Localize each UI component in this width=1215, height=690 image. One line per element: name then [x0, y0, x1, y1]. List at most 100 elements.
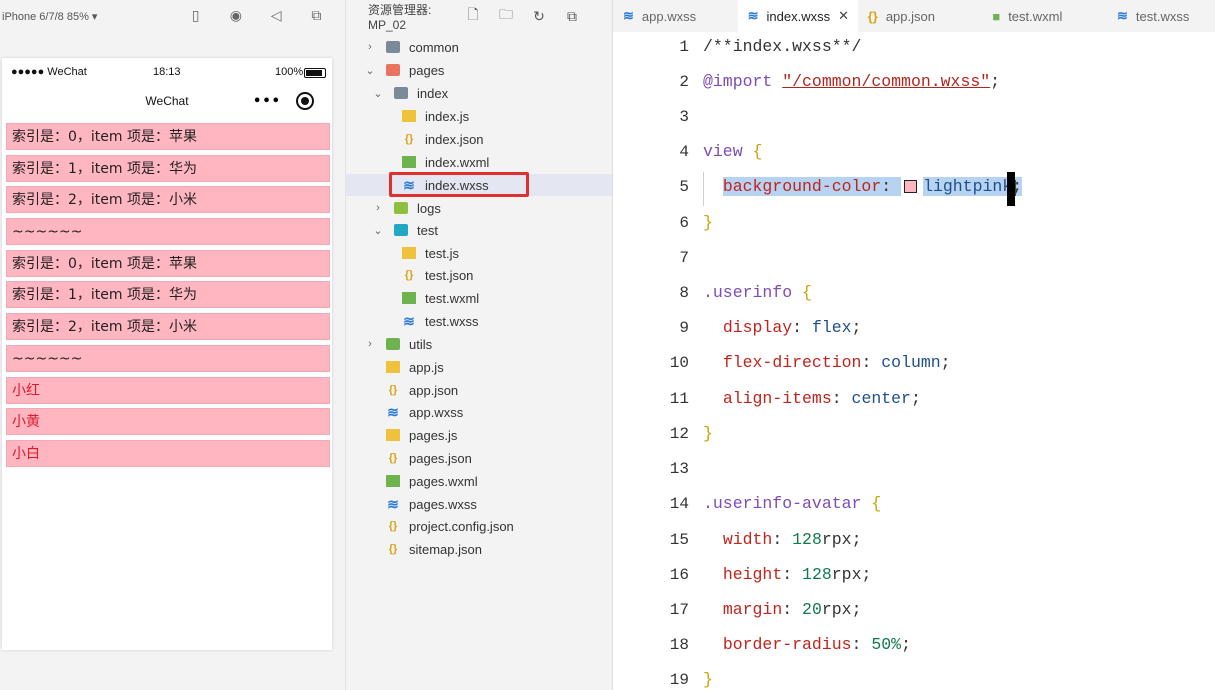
tree-item-index-json[interactable]: {} index.json [346, 128, 613, 150]
line-number: 2 [679, 73, 689, 91]
wxml-file-icon [402, 292, 416, 304]
code-token: column [881, 353, 941, 372]
tree-item-pages-json[interactable]: {} pages.json [346, 447, 613, 469]
chevron-right-icon[interactable]: › [364, 41, 376, 53]
tree-item-pages-wxss[interactable]: ≋ pages.wxss [346, 493, 613, 515]
chevron-right-icon[interactable]: › [364, 338, 376, 350]
tree-item-app-wxss[interactable]: ≋ app.wxss [346, 401, 613, 423]
new-file-icon[interactable]: 🗋 [463, 6, 483, 26]
tab-label: app.json [885, 8, 935, 24]
code-token: : [851, 635, 872, 654]
code-token: width [722, 530, 773, 549]
tab-app-json[interactable]: {} app.json [858, 0, 983, 32]
code-token: ; [851, 318, 862, 337]
code-token: { [752, 142, 763, 161]
chevron-down-icon[interactable]: ⌄ [372, 224, 384, 237]
tree-item-label: pages.json [409, 450, 472, 466]
tree-item-label: app.json [409, 382, 459, 398]
file-explorer: 资源管理器: MP_02 🗋 🗀 ↻ ⧉ › common ⌄ pages ⌄ index… [345, 0, 613, 690]
tree-item-test-wxss[interactable]: ≋ test.wxss [346, 310, 613, 332]
folder-icon [394, 87, 408, 99]
code-line: background-color: lightpink; [703, 177, 1023, 196]
tree-item-pages[interactable]: ⌄ pages [346, 59, 613, 81]
tree-item-pages-wxml[interactable]: pages.wxml [346, 470, 613, 492]
explorer-header: 资源管理器: MP_02 🗋 🗀 ↻ ⧉ [346, 0, 613, 32]
battery-label: 100% [275, 66, 304, 78]
tree-item-label: project.config.json [409, 518, 514, 534]
code-token: } [703, 213, 713, 232]
tab-test-wxss[interactable]: ≋ test.wxss [1107, 0, 1215, 32]
tree-item-logs[interactable]: › logs [346, 197, 613, 219]
tab-app-wxss[interactable]: ≋ app.wxss [613, 0, 738, 32]
device-selector[interactable]: iPhone 6/7/8 85% ▾ [2, 10, 184, 23]
tree-item-app-js[interactable]: app.js [346, 356, 613, 378]
tab-index-wxss[interactable]: ≋ index.wxss ✕ [737, 0, 858, 32]
tree-item-project-config-json[interactable]: {} project.config.json [346, 515, 613, 537]
line-number: 5 [679, 178, 689, 196]
folder-icon [386, 41, 400, 53]
folder-icon [394, 224, 408, 236]
code-line: height: 128rpx; [703, 565, 872, 584]
chevron-right-icon[interactable]: › [372, 202, 384, 214]
more-icon[interactable]: ••• [248, 94, 286, 109]
code-token: 128 [802, 565, 832, 584]
tree-item-test-wxml[interactable]: test.wxml [346, 287, 613, 309]
close-icon[interactable]: ✕ [838, 8, 849, 24]
code-token: "/common/common.wxss" [782, 72, 991, 91]
tree-item-utils[interactable]: › utils [346, 333, 613, 355]
code-line: .userinfo { [703, 283, 812, 302]
line-number: 18 [669, 636, 689, 654]
json-file-icon: {} [404, 269, 414, 281]
battery-icon [304, 68, 326, 78]
volume-icon[interactable]: ◁ [265, 4, 288, 28]
record-icon[interactable]: ◉ [224, 4, 247, 28]
tab-label: test.wxss [1135, 8, 1190, 24]
line-number: 8 [679, 284, 689, 302]
tree-item-app-json[interactable]: {} app.json [346, 379, 613, 401]
list-item: 索引是：2，item 项是：小米 [6, 186, 330, 214]
tree-item-label: pages.js [409, 427, 458, 443]
code-token: align-items [722, 389, 832, 408]
wxss-file-icon: ≋ [403, 312, 415, 329]
code-line: display: flex; [703, 318, 862, 337]
tree-item-label: index [417, 85, 449, 101]
tab-test-wxml[interactable]: ■ test.wxml [982, 0, 1107, 32]
tree-item-label: common [409, 39, 459, 55]
json-file-icon: {} [404, 133, 414, 145]
tree-item-test-js[interactable]: test.js [346, 242, 613, 264]
code-token: : [782, 565, 803, 584]
code-token: ; [901, 635, 911, 654]
folder-icon [394, 202, 408, 214]
json-file-icon: {} [388, 452, 398, 464]
window-icon[interactable]: ⧉ [305, 4, 328, 28]
tree-item-index-wxml[interactable]: index.wxml [346, 151, 613, 173]
js-file-icon [386, 429, 400, 441]
new-folder-icon[interactable]: 🗀 [496, 6, 516, 26]
tree-item-pages-js[interactable]: pages.js [346, 424, 613, 446]
collapse-icon[interactable]: ⧉ [562, 6, 582, 26]
tree-item-index-js[interactable]: index.js [346, 105, 613, 127]
chevron-down-icon[interactable]: ⌄ [372, 87, 384, 100]
tree-item-test[interactable]: ⌄ test [346, 219, 613, 241]
code-token: /**index.wxss**/ [703, 37, 862, 56]
line-number: 12 [669, 425, 689, 443]
tree-item-label: app.wxss [409, 404, 464, 420]
wxss-file-icon: ≋ [747, 8, 759, 23]
tree-item-test-json[interactable]: {} test.json [346, 264, 613, 286]
refresh-icon[interactable]: ↻ [529, 6, 549, 26]
close-target-icon[interactable] [296, 92, 314, 110]
tree-item-common[interactable]: › common [346, 36, 613, 58]
tree-item-label: index.json [425, 131, 484, 147]
tree-item-sitemap-json[interactable]: {} sitemap.json [346, 538, 613, 560]
tree-item-index[interactable]: ⌄ index [346, 82, 613, 104]
list-item: 索引是：1，item 项是：华为 [6, 154, 330, 182]
phone-icon[interactable]: ▯ [184, 4, 207, 28]
list-item: ~~~~~~ [6, 218, 330, 246]
tree-item-label: test [417, 222, 438, 238]
clock-label: 18:13 [153, 66, 181, 78]
chevron-down-icon[interactable]: ⌄ [364, 64, 376, 77]
